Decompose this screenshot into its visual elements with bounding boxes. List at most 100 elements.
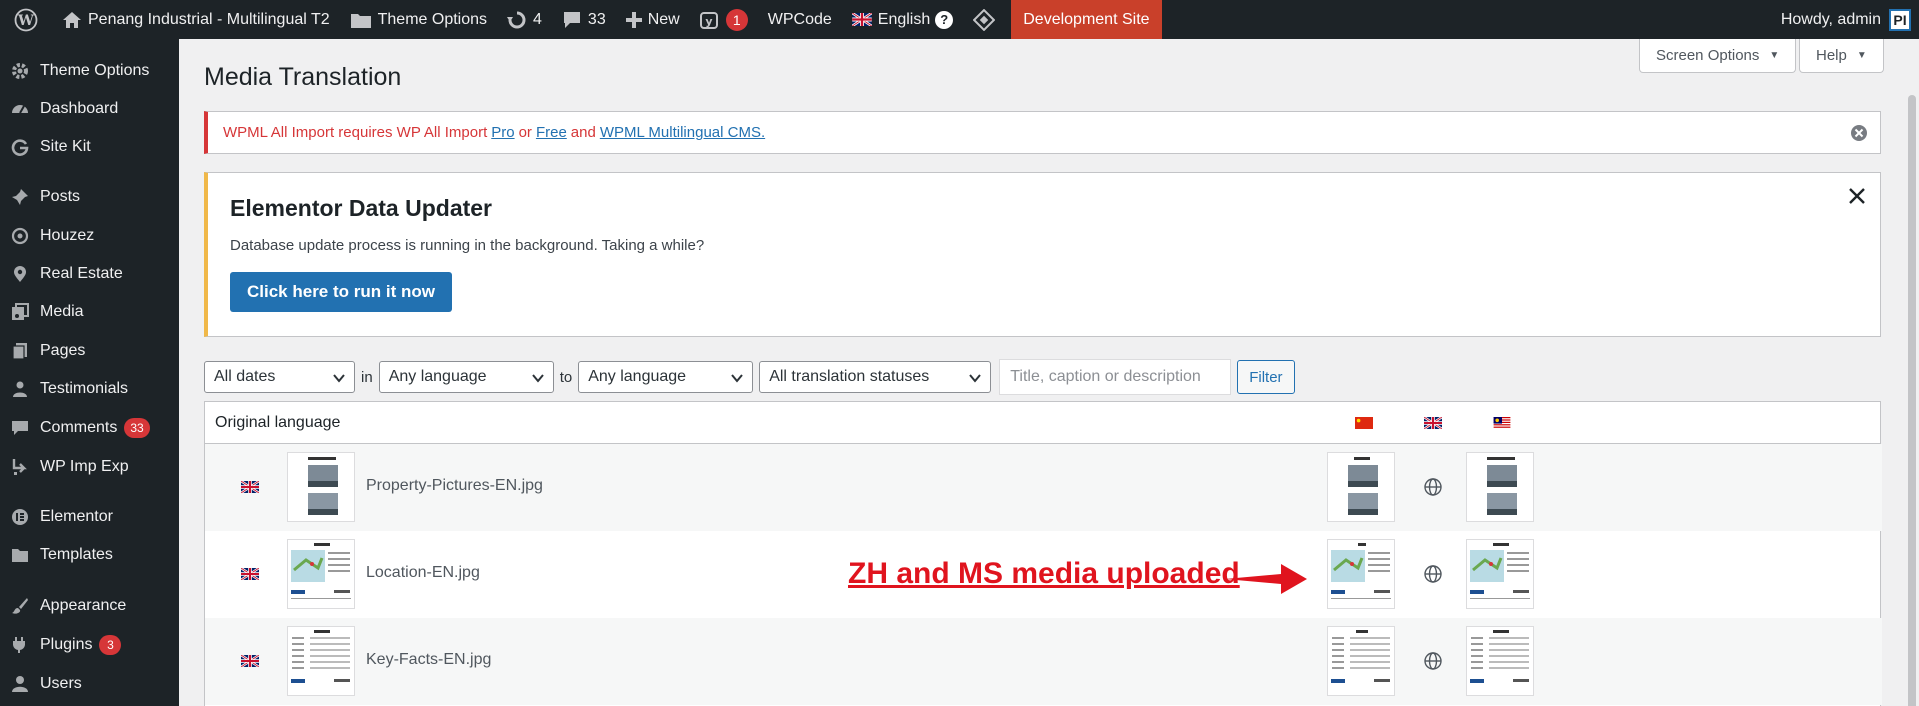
- sidebar-item-pages[interactable]: Pages: [0, 334, 179, 368]
- sidebar-item-label: Media: [40, 303, 84, 320]
- pro-link[interactable]: Pro: [491, 124, 514, 141]
- plugins-count-badge: 3: [99, 635, 122, 655]
- sidebar-item-comments[interactable]: Comments 33: [0, 411, 179, 445]
- china-flag-icon[interactable]: [1355, 417, 1373, 429]
- close-icon[interactable]: [1848, 187, 1866, 205]
- sidebar-item-label: Houzez: [40, 227, 95, 244]
- uk-flag-icon: [851, 13, 872, 26]
- wpcode-label: WPCode: [767, 10, 832, 28]
- help-label: Help: [1816, 47, 1847, 64]
- new-content-link[interactable]: New: [616, 0, 690, 39]
- chinese-translation-thumbnail[interactable]: [1327, 626, 1395, 696]
- globe-icon[interactable]: [1423, 477, 1443, 497]
- comments-link[interactable]: 33: [552, 0, 616, 39]
- original-thumbnail[interactable]: [287, 452, 355, 522]
- translation-status-select[interactable]: All translation statuses: [759, 361, 992, 393]
- chinese-translation-thumbnail[interactable]: [1327, 539, 1395, 609]
- dashboard-icon: [10, 99, 30, 119]
- dates-select[interactable]: All dates: [204, 361, 355, 393]
- screen-options-button[interactable]: Screen Options ▼: [1639, 39, 1797, 73]
- yoast-seo-link[interactable]: y 1: [690, 0, 758, 39]
- sidebar-item-label: Templates: [40, 546, 113, 563]
- run-updater-button[interactable]: Click here to run it now: [230, 272, 452, 312]
- help-button[interactable]: Help ▼: [1799, 39, 1884, 73]
- language-help-icon[interactable]: ?: [935, 10, 954, 29]
- notice-message: Database update process is running in th…: [230, 237, 705, 254]
- caret-down-icon: ▼: [1769, 50, 1780, 61]
- file-name[interactable]: Property-Pictures-EN.jpg: [366, 477, 543, 495]
- file-name[interactable]: Location-EN.jpg: [366, 564, 480, 582]
- malay-translation-thumbnail[interactable]: [1466, 539, 1534, 609]
- globe-icon[interactable]: [1423, 651, 1443, 671]
- uk-flag-icon[interactable]: [1424, 417, 1442, 429]
- sidebar-item-testimonials[interactable]: Testimonials: [0, 372, 179, 406]
- pages-icon: [10, 341, 30, 361]
- site-name-link[interactable]: Penang Industrial - Multilingual T2: [52, 0, 340, 39]
- comments-count-badge: 33: [124, 418, 150, 438]
- comment-icon: [10, 418, 30, 438]
- pin-icon: [10, 187, 30, 207]
- sidebar-item-site-kit[interactable]: Site Kit: [0, 130, 179, 164]
- sidebar-item-label: Elementor: [40, 508, 113, 525]
- sidebar-item-wp-imp-exp[interactable]: WP Imp Exp: [0, 450, 179, 484]
- location-icon: [10, 226, 30, 246]
- free-link[interactable]: Free: [536, 124, 567, 141]
- from-language-select[interactable]: Any language: [378, 361, 554, 393]
- sidebar-item-label: Posts: [40, 188, 81, 205]
- original-thumbnail[interactable]: [287, 626, 355, 696]
- original-language-header: Original language: [215, 414, 341, 431]
- globe-icon[interactable]: [1423, 564, 1443, 584]
- development-site-label: Development Site: [1023, 10, 1150, 28]
- table-row[interactable]: Property-Pictures-EN.jpg: [205, 444, 1882, 531]
- search-input[interactable]: Title, caption or description: [999, 359, 1232, 395]
- sidebar-item-templates[interactable]: Templates: [0, 538, 179, 572]
- sidebar-item-plugins[interactable]: Plugins 3: [0, 628, 179, 662]
- dismiss-notice-icon[interactable]: [1850, 124, 1868, 142]
- howdy-user-link[interactable]: Howdy, admin: [1781, 11, 1881, 29]
- user-icon: [10, 674, 30, 694]
- gear-icon: [10, 61, 30, 81]
- uk-flag-icon: [241, 655, 259, 667]
- sidebar-item-houzez[interactable]: Houzez: [0, 219, 179, 253]
- to-language-select[interactable]: Any language: [578, 361, 754, 393]
- notice-text: WPML All Import requires WP All Import: [223, 124, 488, 141]
- sidebar-item-posts[interactable]: Posts: [0, 180, 179, 214]
- wpml-cms-link[interactable]: WPML Multilingual CMS.: [600, 124, 765, 141]
- wpcode-link[interactable]: WPCode: [758, 0, 842, 39]
- language-switcher[interactable]: English ?: [842, 0, 963, 39]
- notice-title: Elementor Data Updater: [230, 195, 493, 221]
- malay-translation-thumbnail[interactable]: [1466, 452, 1534, 522]
- wpml-diamond-icon[interactable]: [963, 0, 1005, 39]
- scrollbar-thumb[interactable]: [1908, 95, 1916, 706]
- location-icon: [10, 264, 30, 284]
- sidebar-item-real-estate[interactable]: Real Estate: [0, 257, 179, 291]
- page-title: Media Translation: [204, 63, 402, 91]
- new-label: New: [647, 10, 680, 28]
- sidebar-item-users[interactable]: Users: [0, 667, 179, 701]
- sidebar-item-label: Site Kit: [40, 138, 91, 155]
- table-row[interactable]: Key-Facts-EN.jpg: [205, 618, 1882, 705]
- svg-text:y: y: [705, 15, 712, 28]
- chinese-translation-thumbnail[interactable]: [1327, 452, 1395, 522]
- plugin-icon: [10, 635, 30, 655]
- sidebar-item-dashboard[interactable]: Dashboard: [0, 92, 179, 126]
- import-export-icon: [10, 457, 30, 477]
- development-site-badge[interactable]: Development Site: [1011, 0, 1162, 39]
- filter-button[interactable]: Filter: [1237, 360, 1295, 394]
- updates-link[interactable]: 4: [497, 0, 552, 39]
- sidebar-item-appearance[interactable]: Appearance: [0, 589, 179, 623]
- avatar[interactable]: PI: [1889, 8, 1911, 31]
- malaysia-flag-icon[interactable]: [1493, 417, 1511, 429]
- notice-text-or: or: [518, 124, 532, 141]
- theme-options-link[interactable]: Theme Options: [340, 0, 497, 39]
- sidebar-item-elementor[interactable]: Elementor: [0, 500, 179, 534]
- sidebar-item-theme-options[interactable]: Theme Options: [0, 54, 179, 88]
- malay-translation-thumbnail[interactable]: [1466, 626, 1534, 696]
- original-thumbnail[interactable]: [287, 539, 355, 609]
- sidebar-item-label: Dashboard: [40, 100, 119, 117]
- elementor-icon: [10, 507, 30, 527]
- sidebar-item-media[interactable]: Media: [0, 295, 179, 329]
- wordpress-logo-icon[interactable]: W: [0, 0, 52, 39]
- file-name[interactable]: Key-Facts-EN.jpg: [366, 651, 491, 669]
- page-scrollbar[interactable]: [1905, 39, 1919, 706]
